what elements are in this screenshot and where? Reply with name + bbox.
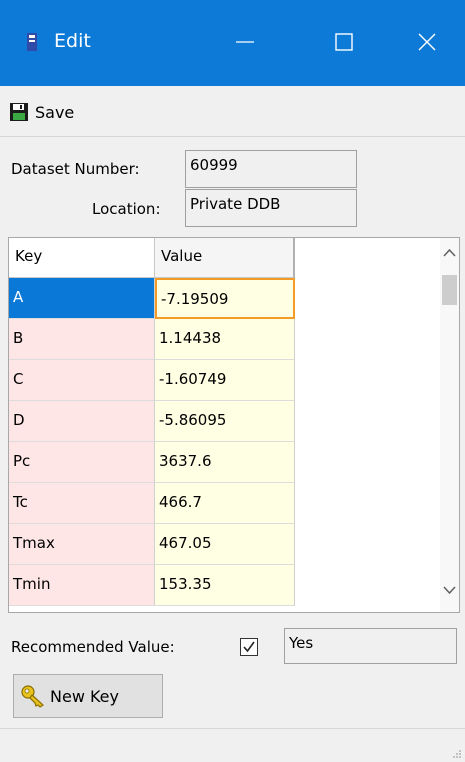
table-row[interactable]: Tmin 153.35 <box>9 565 295 606</box>
new-key-label: New Key <box>50 686 119 706</box>
key-cell[interactable]: Tc <box>9 483 155 524</box>
table-row[interactable]: Tc 466.7 <box>9 483 295 524</box>
recommended-value-label: Recommended Value: <box>11 638 175 656</box>
title-bar[interactable]: Edit <box>0 0 465 86</box>
toolbar: Save <box>0 86 465 138</box>
scroll-up-icon[interactable] <box>443 248 456 257</box>
key-cell[interactable]: Tmax <box>9 524 155 565</box>
key-cell[interactable]: C <box>9 360 155 401</box>
resize-grip-icon[interactable] <box>452 749 462 759</box>
maximize-button[interactable] <box>314 22 374 62</box>
minimize-icon <box>236 41 254 43</box>
dataset-number-field: 60999 <box>185 150 357 188</box>
location-field: Private DDB <box>185 189 357 227</box>
key-value-grid[interactable]: Key Value A -7.19509 B 1.14438 C -1.60749 D -5.… <box>8 237 460 613</box>
dataset-number-label: Dataset Number: <box>11 160 140 178</box>
toolbar-divider <box>0 136 465 137</box>
status-bar <box>0 728 465 762</box>
table-row[interactable]: Pc 3637.6 <box>9 442 295 483</box>
value-cell[interactable]: 466.7 <box>155 483 295 524</box>
recommended-value-field: Yes <box>284 628 457 664</box>
value-cell[interactable]: -1.60749 <box>155 360 295 401</box>
table-row[interactable]: A -7.19509 <box>9 278 295 319</box>
checkmark-icon <box>243 641 255 653</box>
value-cell[interactable]: 1.14438 <box>155 319 295 360</box>
column-header-key[interactable]: Key <box>9 238 155 278</box>
key-cell[interactable]: A <box>9 278 155 319</box>
new-key-button[interactable]: New Key <box>13 674 163 718</box>
table-row[interactable]: D -5.86095 <box>9 401 295 442</box>
value-cell[interactable]: -5.86095 <box>155 401 295 442</box>
window-title: Edit <box>54 30 91 52</box>
save-button[interactable]: Save <box>9 94 74 130</box>
recommended-checkbox[interactable] <box>240 638 258 656</box>
key-icon <box>21 685 44 708</box>
app-icon <box>24 33 40 51</box>
scroll-thumb[interactable] <box>442 275 457 305</box>
column-header-value[interactable]: Value <box>155 238 295 278</box>
key-cell[interactable]: B <box>9 319 155 360</box>
value-cell[interactable]: 467.05 <box>155 524 295 565</box>
scroll-down-icon[interactable] <box>443 586 456 595</box>
grid-rows: A -7.19509 B 1.14438 C -1.60749 D -5.86095 Pc 363… <box>9 278 295 606</box>
floppy-disk-icon <box>10 103 28 121</box>
minimize-button[interactable] <box>215 22 275 62</box>
table-row[interactable]: C -1.60749 <box>9 360 295 401</box>
value-cell[interactable]: -7.19509 <box>155 278 295 319</box>
table-row[interactable]: B 1.14438 <box>9 319 295 360</box>
value-cell[interactable]: 3637.6 <box>155 442 295 483</box>
location-label: Location: <box>92 200 161 218</box>
maximize-icon <box>335 33 353 51</box>
key-cell[interactable]: D <box>9 401 155 442</box>
save-label: Save <box>35 102 75 122</box>
vertical-scrollbar[interactable] <box>440 238 459 612</box>
close-icon <box>418 33 436 51</box>
key-cell[interactable]: Tmin <box>9 565 155 606</box>
value-cell[interactable]: 153.35 <box>155 565 295 606</box>
key-cell[interactable]: Pc <box>9 442 155 483</box>
grid-header: Key Value <box>9 238 295 278</box>
close-button[interactable] <box>397 22 457 62</box>
table-row[interactable]: Tmax 467.05 <box>9 524 295 565</box>
